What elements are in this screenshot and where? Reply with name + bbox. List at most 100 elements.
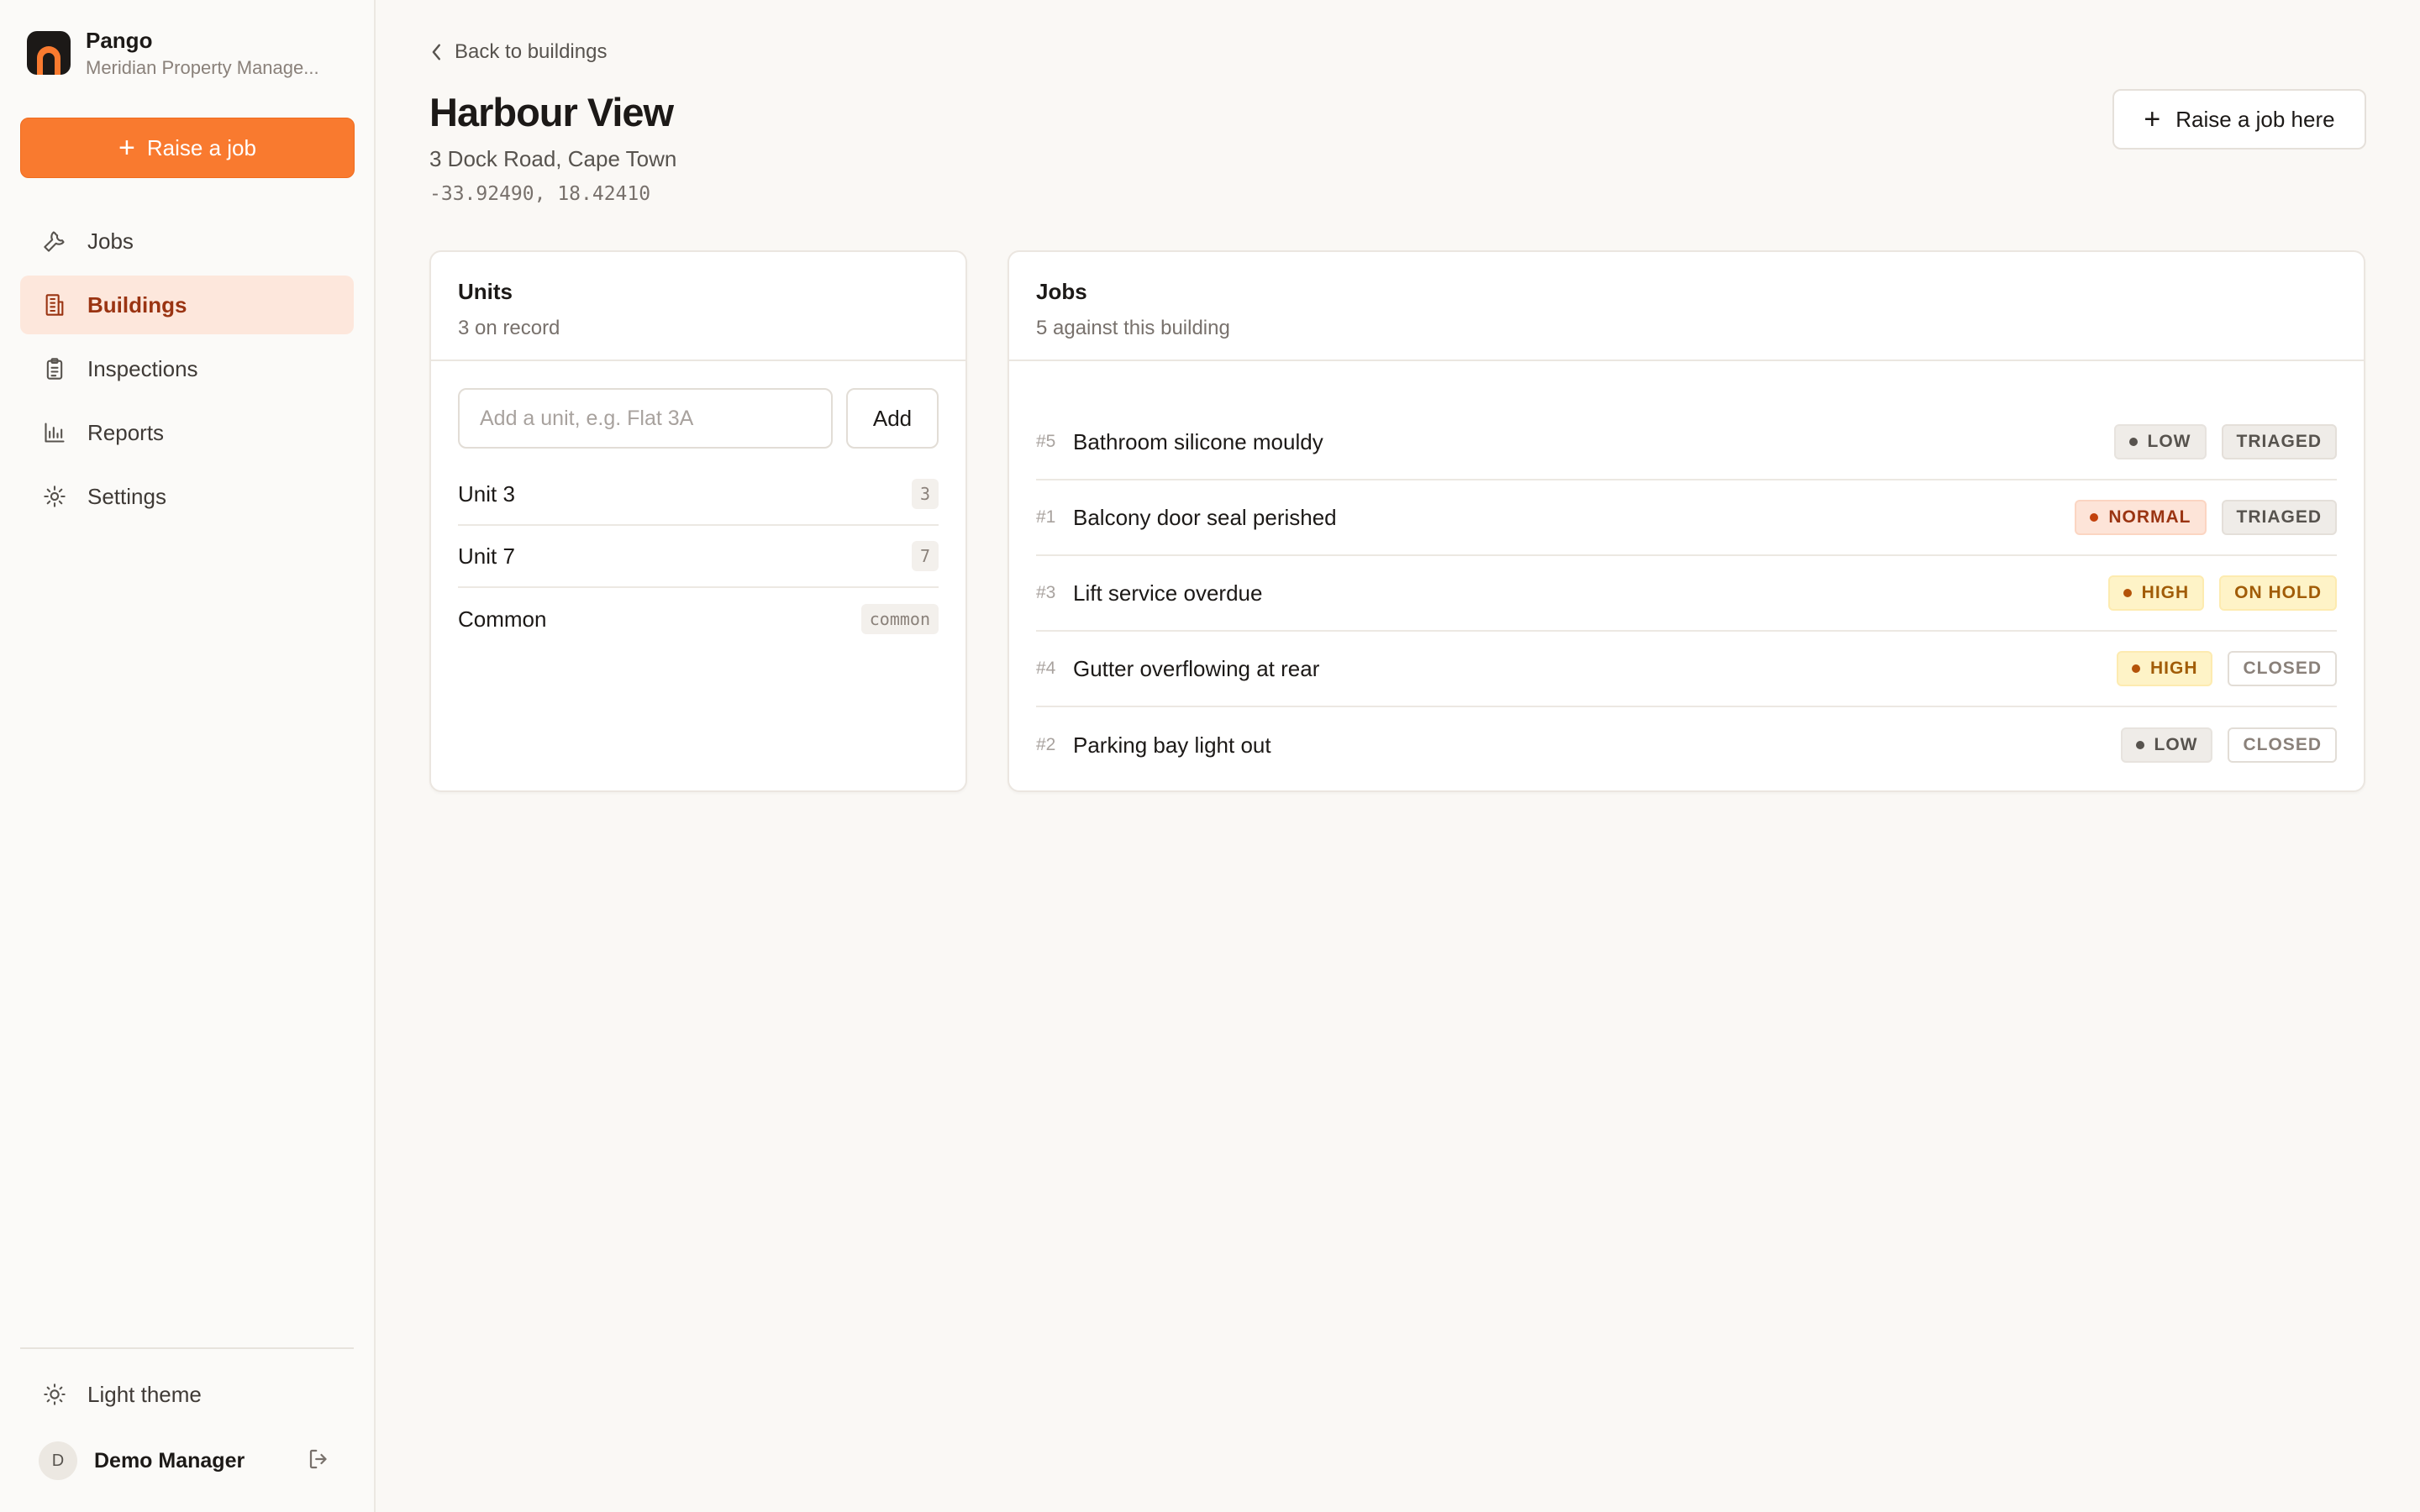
priority-label: LOW (2147, 432, 2191, 451)
unit-label: Unit 7 (458, 543, 515, 569)
unit-tag: 3 (911, 479, 939, 509)
jobs-title: Jobs (1036, 279, 1087, 304)
add-unit-form: Add (431, 361, 965, 449)
job-list: #5 Bathroom silicone mouldy LOW TRIAGED … (1009, 361, 2364, 783)
main-content: Back to buildings Harbour View 3 Dock Ro… (376, 0, 2420, 1512)
table-row[interactable]: #3 Lift service overdue HIGH ON HOLD (1036, 556, 2337, 632)
dot-icon (2128, 438, 2138, 446)
theme-label: Light theme (87, 1381, 202, 1407)
logout-icon[interactable] (307, 1446, 332, 1476)
jobs-count: 5 against this building (1036, 317, 1230, 339)
job-title: Gutter overflowing at rear (1073, 655, 1320, 681)
back-label: Back to buildings (455, 40, 608, 63)
table-row[interactable]: #2 Parking bay light out LOW CLOSED (1036, 707, 2337, 783)
units-card-header: Units 3 on record (431, 252, 965, 361)
job-number: #4 (1036, 659, 1056, 678)
jobs-card-header: Jobs 5 against this building (1009, 252, 2364, 361)
plus-icon: + (2144, 102, 2161, 135)
sidebar-item-label: Reports (87, 419, 165, 445)
priority-label: LOW (2154, 735, 2198, 754)
building-icon (42, 292, 67, 318)
raise-job-label: Raise a job (146, 134, 256, 160)
plus-icon: + (118, 131, 135, 164)
list-item[interactable]: Common common (458, 588, 939, 650)
sidebar-item-jobs[interactable]: Jobs (20, 212, 354, 270)
job-title: Bathroom silicone mouldy (1073, 428, 1323, 454)
unit-list: Unit 3 3 Unit 7 7 Common common (431, 449, 965, 650)
brand-org: Meridian Property Manage... (86, 56, 319, 78)
job-title: Lift service overdue (1073, 580, 1263, 606)
raise-job-here-label: Raise a job here (2175, 106, 2335, 132)
avatar: D (39, 1441, 77, 1480)
status-badge: ON HOLD (2219, 575, 2337, 611)
unit-label: Unit 3 (458, 480, 515, 507)
status-badge: CLOSED (2228, 651, 2337, 686)
brand[interactable]: Pango Meridian Property Manage... (20, 0, 354, 106)
dot-icon (2131, 664, 2140, 673)
units-count: 3 on record (458, 317, 560, 339)
wrench-icon (42, 228, 67, 254)
sidebar-item-label: Buildings (87, 291, 187, 318)
job-number: #5 (1036, 432, 1056, 451)
dot-icon (2123, 589, 2132, 597)
table-row[interactable]: #1 Balcony door seal perished NORMAL TRI… (1036, 480, 2337, 556)
sidebar: Pango Meridian Property Manage... + Rais… (0, 0, 376, 1512)
list-item[interactable]: Unit 3 3 (458, 464, 939, 526)
table-row[interactable]: #4 Gutter overflowing at rear HIGH CLOSE… (1036, 632, 2337, 707)
unit-tag: 7 (911, 541, 939, 571)
building-coordinates: -33.92490, 18.42410 (429, 183, 651, 205)
priority-badge: NORMAL (2075, 500, 2207, 535)
back-to-buildings-link[interactable]: Back to buildings (429, 40, 607, 64)
sun-icon (42, 1382, 67, 1407)
status-badge: CLOSED (2228, 727, 2337, 763)
raise-job-button[interactable]: + Raise a job (20, 118, 355, 178)
unit-tag: common (860, 604, 939, 634)
job-number: #3 (1036, 583, 1056, 602)
user-row: D Demo Manager (20, 1425, 354, 1497)
add-unit-button[interactable]: Add (846, 388, 939, 449)
sidebar-item-inspections[interactable]: Inspections (20, 339, 354, 398)
chevron-left-icon (429, 43, 445, 61)
priority-badge: LOW (2113, 424, 2207, 459)
sidebar-nav: Jobs Buildings Inspections Reports Setti… (20, 212, 354, 526)
job-number: #2 (1036, 735, 1056, 754)
raise-job-here-button[interactable]: + Raise a job here (2112, 89, 2366, 150)
job-title: Balcony door seal perished (1073, 504, 1337, 530)
priority-badge: LOW (2120, 727, 2213, 763)
priority-badge: HIGH (2107, 575, 2205, 611)
sidebar-item-reports[interactable]: Reports (20, 403, 354, 462)
building-address: 3 Dock Road, Cape Town (429, 146, 677, 171)
sidebar-item-label: Settings (87, 483, 166, 509)
sidebar-divider (20, 1347, 354, 1349)
list-item[interactable]: Unit 7 7 (458, 526, 939, 588)
priority-label: NORMAL (2108, 507, 2191, 527)
jobs-card: Jobs 5 against this building #5 Bathroom… (1007, 250, 2365, 792)
theme-toggle[interactable]: Light theme (20, 1364, 354, 1425)
sidebar-item-buildings[interactable]: Buildings (20, 276, 354, 334)
pango-logo-icon (27, 31, 71, 75)
table-row[interactable]: #5 Bathroom silicone mouldy LOW TRIAGED (1036, 405, 2337, 480)
status-badge: TRIAGED (2221, 500, 2337, 535)
sidebar-footer: Light theme D Demo Manager (20, 1347, 354, 1512)
bar-chart-icon (42, 420, 67, 445)
priority-label: HIGH (2149, 659, 2198, 678)
sidebar-item-label: Inspections (87, 355, 198, 381)
units-title: Units (458, 279, 513, 304)
sidebar-item-settings[interactable]: Settings (20, 467, 354, 526)
priority-label: HIGH (2141, 583, 2190, 602)
gear-icon (42, 484, 67, 509)
sidebar-item-label: Jobs (87, 228, 134, 254)
user-name: Demo Manager (94, 1448, 245, 1473)
add-unit-input[interactable] (458, 388, 833, 449)
unit-label: Common (458, 606, 547, 632)
dot-icon (2135, 741, 2144, 749)
clipboard-icon (42, 356, 67, 381)
page-title: Harbour View (429, 90, 674, 134)
brand-name: Pango (86, 27, 153, 53)
job-title: Parking bay light out (1073, 732, 1271, 758)
status-badge: TRIAGED (2221, 424, 2337, 459)
dot-icon (2090, 513, 2099, 522)
job-number: #1 (1036, 507, 1056, 527)
priority-badge: HIGH (2116, 651, 2213, 686)
units-card: Units 3 on record Add Unit 3 3 Unit 7 7 … (429, 250, 967, 792)
